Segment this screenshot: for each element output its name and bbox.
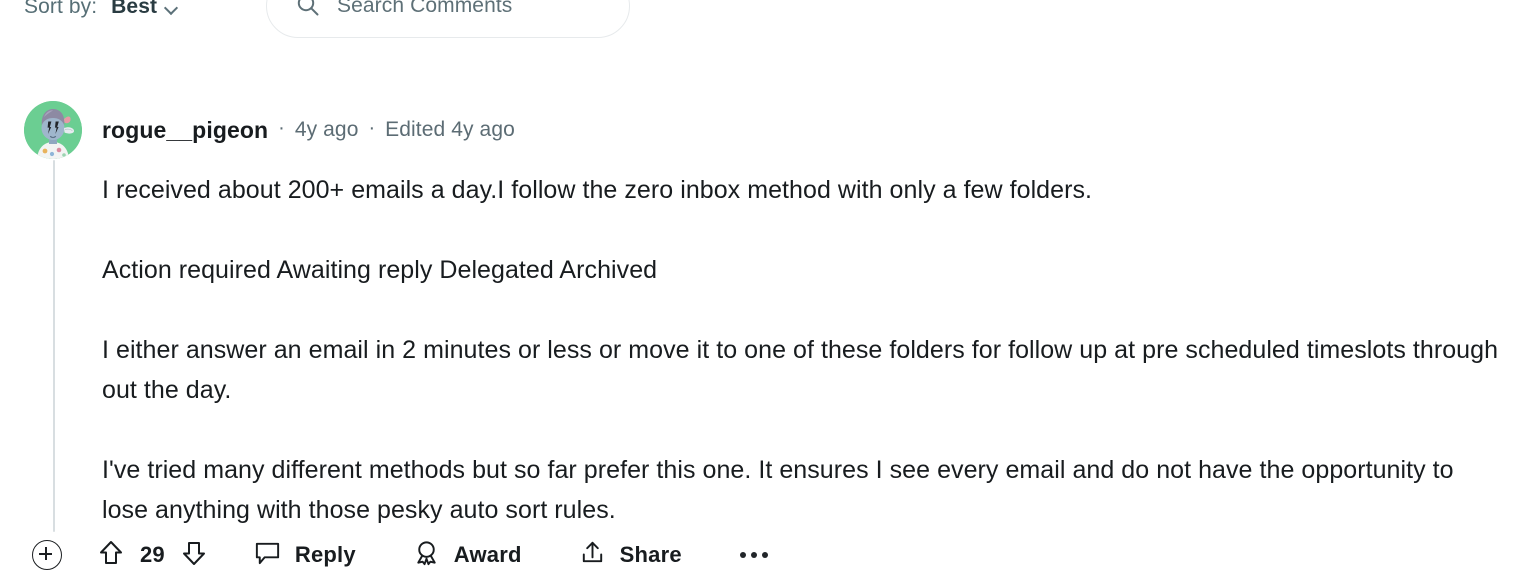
share-upload-icon: [578, 538, 607, 572]
thread-collapse-line[interactable]: [53, 160, 55, 532]
comment-author-name[interactable]: rogue__pigeon: [102, 117, 268, 144]
upvote-arrow-icon[interactable]: [96, 538, 126, 573]
search-icon: [295, 0, 321, 18]
sort-by-value: Best: [111, 0, 158, 18]
meta-separator-2: ·: [368, 116, 376, 139]
comment-action-bar: 29 Reply Award Share: [0, 532, 1516, 578]
comment-paragraph: I either answer an email in 2 minutes or…: [102, 336, 1499, 404]
comment-thread-item: rogue__pigeon · 4y ago · Edited 4y ago I…: [0, 100, 1516, 532]
share-button[interactable]: Share: [578, 538, 682, 572]
comment-timestamp: 4y ago: [294, 118, 359, 141]
share-label: Share: [619, 542, 682, 567]
comment-bubble-icon: [253, 538, 282, 572]
more-horizontal-icon[interactable]: [739, 552, 768, 558]
vote-group: 29: [96, 538, 209, 573]
more-dot: [739, 552, 746, 558]
comment-body-text: I received about 200+ emails a day.I fol…: [102, 160, 1516, 530]
chevron-down-icon: [166, 2, 179, 15]
award-button[interactable]: Award: [412, 538, 522, 572]
downvote-arrow-icon[interactable]: [179, 538, 209, 573]
comments-page: Sort by: Best Search Comments rogue__pig…: [0, 0, 1516, 574]
plus-circle-icon[interactable]: [32, 540, 62, 570]
comment-edited-timestamp: Edited 4y ago: [385, 118, 515, 141]
more-dot: [761, 552, 768, 558]
avatar-snoo-icon[interactable]: [24, 101, 82, 159]
comment-body-wrap: I received about 200+ emails a day.I fol…: [0, 160, 1516, 532]
comment-header: rogue__pigeon · 4y ago · Edited 4y ago: [0, 100, 1516, 160]
comment-paragraph: I received about 200+ emails a day.I fol…: [102, 176, 1092, 204]
search-comments-input[interactable]: Search Comments: [266, 0, 630, 38]
search-comments-placeholder: Search Comments: [337, 0, 513, 17]
sort-by-label: Sort by:: [24, 0, 98, 18]
comment-paragraph: I've tried many different methods but so…: [102, 456, 1454, 524]
award-rosette-icon: [412, 538, 441, 572]
reply-label: Reply: [294, 542, 356, 567]
award-label: Award: [453, 542, 522, 567]
comments-controls-bar: Sort by: Best Search Comments: [0, 0, 1516, 40]
vote-count: 29: [140, 542, 165, 567]
comment-paragraph: Action required Awaiting reply Delegated…: [102, 256, 658, 284]
meta-separator-1: ·: [278, 116, 285, 139]
reply-button[interactable]: Reply: [253, 538, 356, 572]
sort-by-dropdown[interactable]: Sort by: Best: [24, 0, 179, 27]
more-dot: [750, 552, 757, 558]
